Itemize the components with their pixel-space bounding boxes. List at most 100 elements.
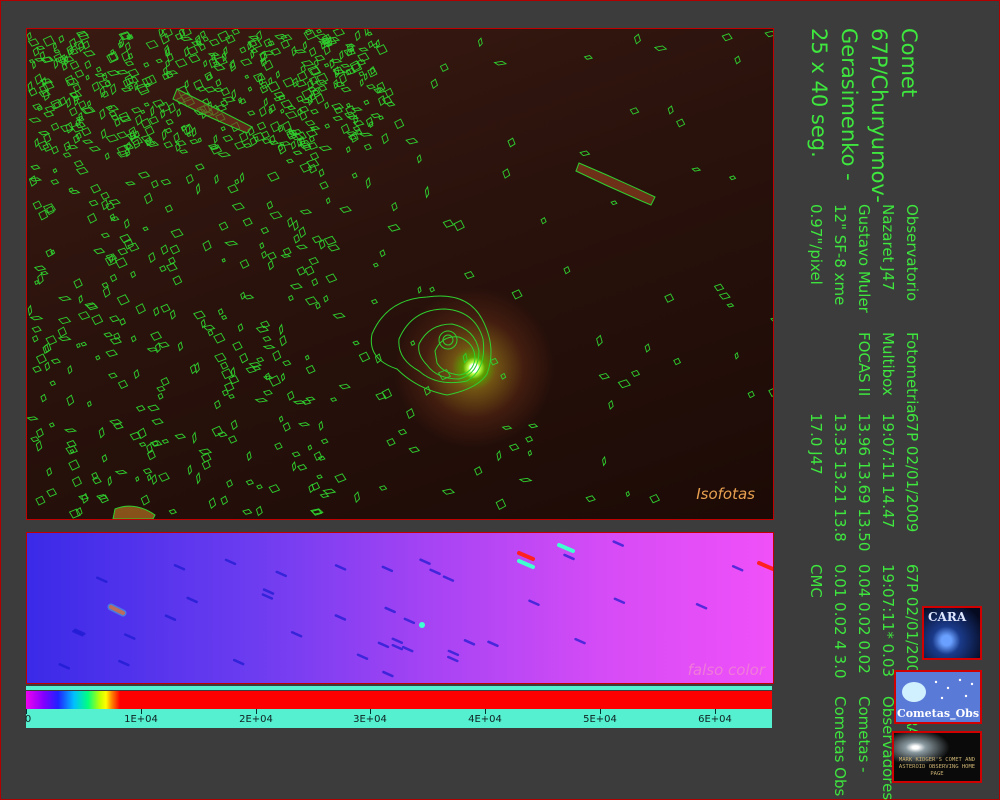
noise-contour <box>99 108 106 120</box>
noise-contour <box>770 317 773 322</box>
noise-contour <box>51 145 59 155</box>
noise-contour <box>332 115 344 122</box>
star-streak <box>528 599 540 606</box>
noise-contour <box>31 325 42 333</box>
noise-contour <box>35 440 43 452</box>
noise-contour <box>260 226 270 235</box>
noise-contour <box>135 303 146 315</box>
noise-contour <box>117 247 129 256</box>
noise-contour <box>160 178 172 186</box>
noise-contour <box>202 324 216 331</box>
noise-contour <box>213 87 224 93</box>
noise-contour <box>174 433 187 440</box>
noise-contour <box>173 131 180 144</box>
noise-contour <box>527 423 539 429</box>
noise-contour <box>220 126 226 132</box>
noise-contour <box>292 150 303 156</box>
noise-contour <box>28 117 42 123</box>
noise-contour <box>66 394 75 407</box>
noise-contour <box>275 70 280 79</box>
noise-contour <box>77 311 91 321</box>
noise-contour <box>339 206 352 213</box>
noise-contour <box>204 86 217 93</box>
noise-contour <box>50 178 60 185</box>
noise-contour <box>284 110 298 120</box>
noise-contour <box>124 60 135 67</box>
noise-contour <box>101 90 109 98</box>
noise-contour <box>202 36 209 42</box>
noise-contour <box>214 173 219 185</box>
noise-contour <box>280 108 285 114</box>
noise-contour <box>367 40 374 49</box>
noise-contour <box>217 152 232 158</box>
noise-contour <box>164 127 173 134</box>
noise-contour <box>208 38 220 47</box>
noise-contour <box>158 29 164 37</box>
noise-contour <box>105 349 119 357</box>
cometas-obs-logo[interactable]: Cometas_Obs <box>894 670 982 724</box>
noise-contour <box>372 262 379 268</box>
noise-contour <box>34 73 43 85</box>
noise-contour <box>391 201 398 212</box>
noise-contour <box>127 242 140 252</box>
kidger-logo[interactable]: MARK KIDGER'S COMET AND ASTEROID OBSERVI… <box>892 731 982 783</box>
noise-contour <box>339 49 344 61</box>
noise-contour <box>718 292 731 300</box>
noise-contour <box>315 302 321 310</box>
noise-contour <box>256 484 263 490</box>
noise-contour <box>232 341 243 351</box>
noise-contour <box>204 71 214 82</box>
noise-contour <box>50 358 62 365</box>
noise-contour <box>287 216 294 228</box>
noise-contour <box>148 251 156 264</box>
noise-contour <box>323 63 330 68</box>
false-color-panel: falso color <box>26 532 774 684</box>
noise-contour <box>496 449 502 462</box>
noise-contour <box>734 55 741 65</box>
scale-tick-label: 5E+04 <box>583 714 617 725</box>
noise-contour <box>105 134 119 143</box>
noise-contour <box>31 60 36 70</box>
noise-contour <box>352 125 361 132</box>
noise-contour <box>114 118 121 128</box>
noise-contour <box>32 365 42 373</box>
noise-contour <box>69 60 80 70</box>
noise-contour <box>73 160 84 168</box>
noise-contour <box>386 437 396 447</box>
noise-contour <box>85 74 90 81</box>
noise-contour <box>189 138 199 145</box>
noise-contour <box>175 140 187 147</box>
star-streak <box>563 553 575 561</box>
noise-contour <box>43 111 55 118</box>
noise-contour <box>65 121 74 134</box>
noise-contour <box>66 77 80 86</box>
noise-contour <box>195 163 205 171</box>
noise-contour <box>441 488 456 495</box>
noise-contour <box>75 132 82 140</box>
noise-contour <box>80 341 88 347</box>
star-streak <box>275 570 287 578</box>
noise-contour <box>160 244 169 255</box>
noise-contour <box>218 221 229 231</box>
noise-contour <box>728 175 737 181</box>
noise-contour <box>57 326 67 338</box>
noise-contour <box>311 278 319 287</box>
noise-contour <box>202 239 212 252</box>
noise-contour <box>159 265 167 273</box>
noise-contour <box>354 29 361 42</box>
noise-contour <box>649 493 661 504</box>
noise-contour <box>318 145 333 152</box>
noise-contour <box>95 355 101 361</box>
noise-contour <box>137 171 151 179</box>
cara-logo[interactable]: CARA <box>922 606 982 660</box>
noise-contour <box>48 422 55 428</box>
star-streak <box>613 597 626 605</box>
star-streak <box>391 637 404 645</box>
noise-contour <box>300 64 306 74</box>
color-scale-gradient <box>26 691 772 709</box>
noise-contour <box>164 44 170 57</box>
noise-contour <box>71 476 83 488</box>
noise-contour <box>247 110 256 116</box>
noise-contour <box>227 435 238 444</box>
noise-contour <box>220 361 229 370</box>
